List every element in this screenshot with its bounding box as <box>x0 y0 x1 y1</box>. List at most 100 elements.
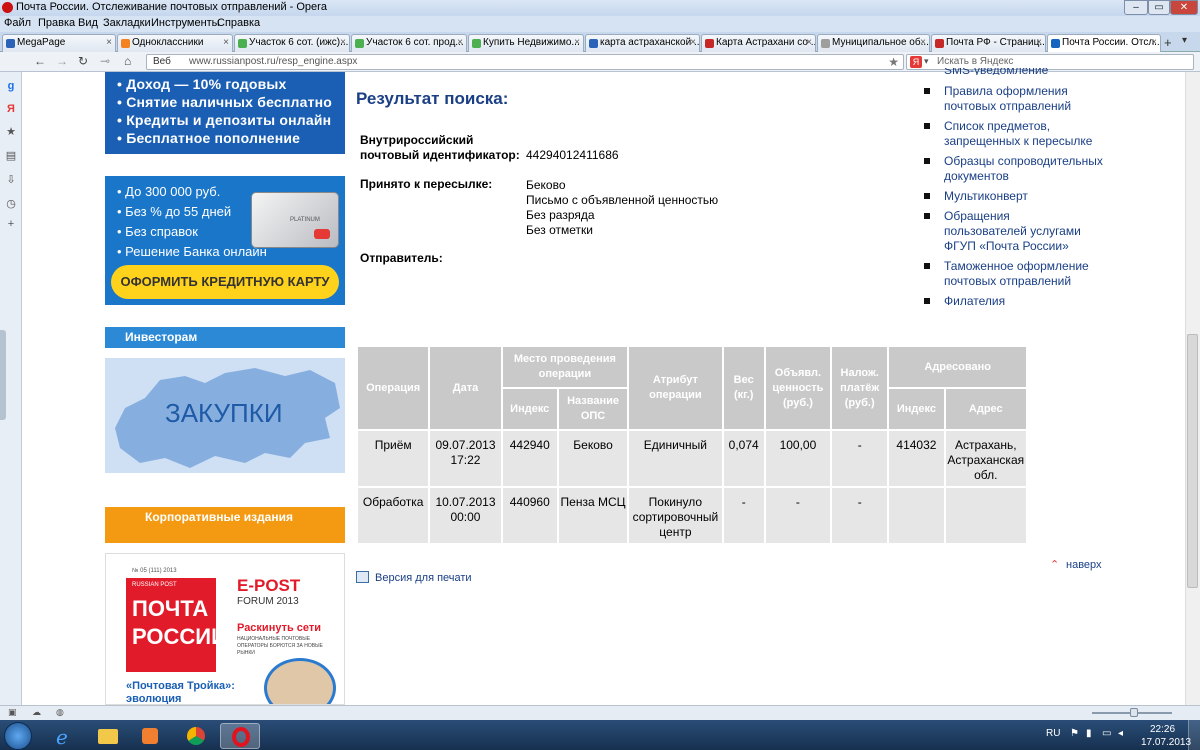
yandex-panel-icon[interactable]: Я <box>5 103 17 115</box>
minimize-button[interactable]: – <box>1124 0 1148 15</box>
to-top-link[interactable]: наверх <box>1066 559 1102 571</box>
ad-banner-deposit[interactable]: • Доход — 10% годовых • Снятие наличных … <box>105 72 345 154</box>
menu-bookmarks[interactable]: Закладки <box>103 17 151 29</box>
tab-label: Карта Астрахани со ... <box>716 37 816 48</box>
right-link-multienvelope[interactable]: Мультиконверт <box>944 189 1094 204</box>
close-icon[interactable]: × <box>806 35 812 51</box>
bookmarks-icon[interactable]: ★ <box>5 126 17 138</box>
start-button[interactable] <box>4 722 32 750</box>
clock-date[interactable]: 17.07.2013 <box>1141 737 1191 748</box>
speed-dial-icon[interactable]: ◍ <box>56 707 64 718</box>
zoom-slider-thumb[interactable] <box>1130 708 1138 717</box>
close-icon[interactable]: × <box>574 35 580 51</box>
downloads-icon[interactable]: ⇩ <box>5 174 17 186</box>
corporate-editions-link[interactable]: Корпоративные издания <box>105 507 345 543</box>
bullet-icon <box>924 88 930 94</box>
tab-list-icon[interactable]: ▾ <box>1182 35 1187 46</box>
new-tab-icon[interactable]: + <box>1164 35 1172 50</box>
tab-plot-2[interactable]: Участок 6 сот. прод... × <box>351 34 467 52</box>
close-icon[interactable]: × <box>920 35 926 51</box>
right-link-philately[interactable]: Филателия <box>944 294 1094 309</box>
tab-map-region[interactable]: карта астраханской ... × <box>585 34 700 52</box>
close-icon[interactable]: × <box>690 35 696 51</box>
cell-address <box>945 488 1026 543</box>
close-icon[interactable]: × <box>106 35 112 51</box>
address-bar[interactable]: Веб www.russianpost.ru/resp_engine.aspx … <box>146 54 904 70</box>
tab-municipal[interactable]: Муниципальное об... × <box>817 34 930 52</box>
th-declared: Объявл. ценность (руб.) <box>765 347 831 429</box>
th-ops-name: Название ОПС <box>558 389 628 429</box>
right-link-prohibited[interactable]: Список предметов, запрещенных к пересылк… <box>944 119 1094 149</box>
menu-tools[interactable]: Инструменты <box>151 17 220 29</box>
procurement-banner[interactable]: ЗАКУПКИ <box>105 358 345 473</box>
print-version-link[interactable]: Версия для печати <box>375 572 472 584</box>
tab-megapage[interactable]: MegaPage × <box>2 34 116 52</box>
right-link-appeals[interactable]: Обращения пользователей услугами ФГУП «П… <box>944 209 1094 254</box>
forward-icon[interactable]: → <box>56 54 68 68</box>
tab-realty[interactable]: Купить Недвижимо... × <box>468 34 584 52</box>
flag-icon[interactable]: ⚑ <box>1070 728 1079 739</box>
maximize-button[interactable]: ▭ <box>1148 0 1170 15</box>
close-icon[interactable]: × <box>340 35 346 51</box>
magazine-logo: RUSSIAN POST ПОЧТА РОССИИ <box>126 578 227 672</box>
turbo-icon[interactable]: ☁ <box>32 707 41 718</box>
home-icon[interactable]: ⌂ <box>124 54 131 68</box>
printer-icon[interactable] <box>356 571 369 583</box>
bookmark-star-icon[interactable]: ★ <box>888 55 899 69</box>
mastercard-icon <box>314 229 330 239</box>
menu-help[interactable]: Справка <box>217 17 260 29</box>
language-indicator[interactable]: RU <box>1046 728 1060 739</box>
google-icon[interactable]: g <box>5 80 17 92</box>
tab-pochta-rf[interactable]: Почта РФ - Страниц... × <box>931 34 1046 52</box>
tab-plot-1[interactable]: Участок 6 сот. (ижс)... × <box>234 34 350 52</box>
close-icon[interactable]: × <box>223 35 229 51</box>
notes-icon[interactable]: ▤ <box>5 150 17 162</box>
scrollbar-thumb[interactable] <box>1187 334 1198 588</box>
back-icon[interactable]: ← <box>34 54 46 68</box>
battery-icon[interactable]: ▭ <box>1102 728 1111 739</box>
cell-addr-index <box>889 488 944 543</box>
investors-link[interactable]: Инвесторам <box>105 327 345 348</box>
right-link-sms[interactable]: SMS-уведомление <box>944 68 1048 75</box>
tab-odnoklassniki[interactable]: Одноклассники × <box>117 34 233 52</box>
cell-index: 440960 <box>502 488 557 543</box>
magazine-cover[interactable]: № 05 (111) 2013 RUSSIAN POST ПОЧТА РОССИ… <box>105 553 345 705</box>
menu-edit[interactable]: Правка <box>38 17 75 29</box>
panel-toggle-handle[interactable] <box>0 330 6 420</box>
media-player-icon[interactable] <box>130 723 170 749</box>
tab-pochta-tracking[interactable]: Почта России. Отсл... × <box>1047 34 1161 52</box>
close-icon[interactable]: × <box>457 35 463 51</box>
right-link-documents[interactable]: Образцы сопроводительных документов <box>944 154 1104 184</box>
reload-icon[interactable]: ↻ <box>78 54 88 68</box>
ad-banner-credit-card[interactable]: • До 300 000 руб. • Без % до 55 дней • Б… <box>105 176 345 305</box>
volume-icon[interactable]: ◂ <box>1118 728 1123 739</box>
panel-toggle-icon[interactable]: ▣ <box>8 707 17 718</box>
opera-taskbar-icon[interactable] <box>220 723 260 749</box>
menu-file[interactable]: Файл <box>4 17 31 29</box>
fast-forward-icon[interactable]: ⊸ <box>100 54 110 68</box>
apply-card-button[interactable]: ОФОРМИТЬ КРЕДИТНУЮ КАРТУ <box>111 265 339 299</box>
tab-map-city[interactable]: Карта Астрахани со ... × <box>701 34 816 52</box>
accepted-label: Принято к пересылке: <box>360 177 493 191</box>
network-icon[interactable]: ▮ <box>1086 728 1092 739</box>
close-icon[interactable]: × <box>1036 35 1042 51</box>
cell-ops: Беково <box>558 431 628 486</box>
tab-label: Участок 6 сот. прод... <box>366 37 464 48</box>
right-link-rules[interactable]: Правила оформления почтовых отправлений <box>944 84 1094 114</box>
right-link-customs[interactable]: Таможенное оформление почтовых отправлен… <box>944 259 1094 289</box>
show-desktop-button[interactable] <box>1188 720 1200 750</box>
add-panel-icon[interactable]: + <box>5 218 17 230</box>
tab-favicon <box>472 39 481 48</box>
chrome-icon[interactable] <box>176 723 216 749</box>
clock-time[interactable]: 22:26 <box>1150 724 1175 735</box>
ie-icon[interactable]: e <box>44 723 84 749</box>
arrow-up-icon[interactable]: ⌃ <box>1050 558 1059 571</box>
history-icon[interactable]: ◷ <box>5 198 17 210</box>
magazine-forum: FORUM 2013 <box>237 596 299 607</box>
chevron-down-icon[interactable]: ▾ <box>924 56 929 67</box>
close-icon[interactable]: × <box>1151 35 1157 51</box>
explorer-icon[interactable] <box>88 723 128 749</box>
menu-view[interactable]: Вид <box>78 17 98 29</box>
close-window-button[interactable]: ✕ <box>1170 0 1198 15</box>
address-url[interactable]: www.russianpost.ru/resp_engine.aspx <box>189 56 357 67</box>
